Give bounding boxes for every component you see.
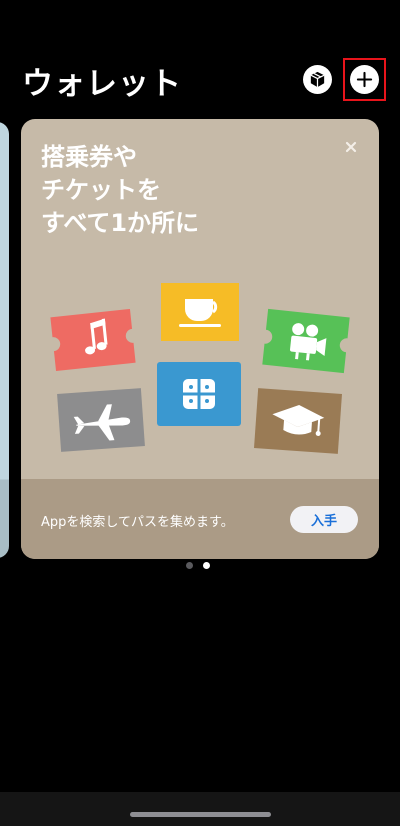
close-icon (345, 141, 357, 153)
pass-box-button[interactable] (303, 65, 332, 94)
page-indicator[interactable] (186, 562, 210, 569)
page-title: ウォレット (22, 66, 182, 102)
music-ticket-icon (50, 308, 136, 372)
page-dot-active[interactable] (203, 562, 210, 569)
previous-card[interactable] (0, 122, 9, 558)
education-ticket-icon (254, 388, 342, 454)
box-icon (310, 71, 325, 88)
movie-ticket-icon (262, 308, 350, 374)
page-dot[interactable] (186, 562, 193, 569)
close-button[interactable] (341, 137, 361, 157)
gift-card-icon (157, 362, 241, 426)
footer-text: Appを検索してパスを集めます。 (41, 515, 234, 530)
card-title: 搭乗券や チケットを すべて1か所に (41, 143, 200, 237)
card-footer: Appを検索してパスを集めます。 入手 (21, 479, 379, 559)
get-button[interactable]: 入手 (290, 506, 358, 533)
home-indicator[interactable] (130, 812, 271, 817)
add-button-highlight (343, 58, 386, 101)
flight-ticket-icon (57, 388, 145, 452)
bottom-bar (0, 792, 400, 826)
onboarding-card: 搭乗券や チケットを すべて1か所に Appを検索してパスを集めます。 入手 (21, 119, 379, 559)
coffee-ticket-icon (161, 283, 239, 341)
